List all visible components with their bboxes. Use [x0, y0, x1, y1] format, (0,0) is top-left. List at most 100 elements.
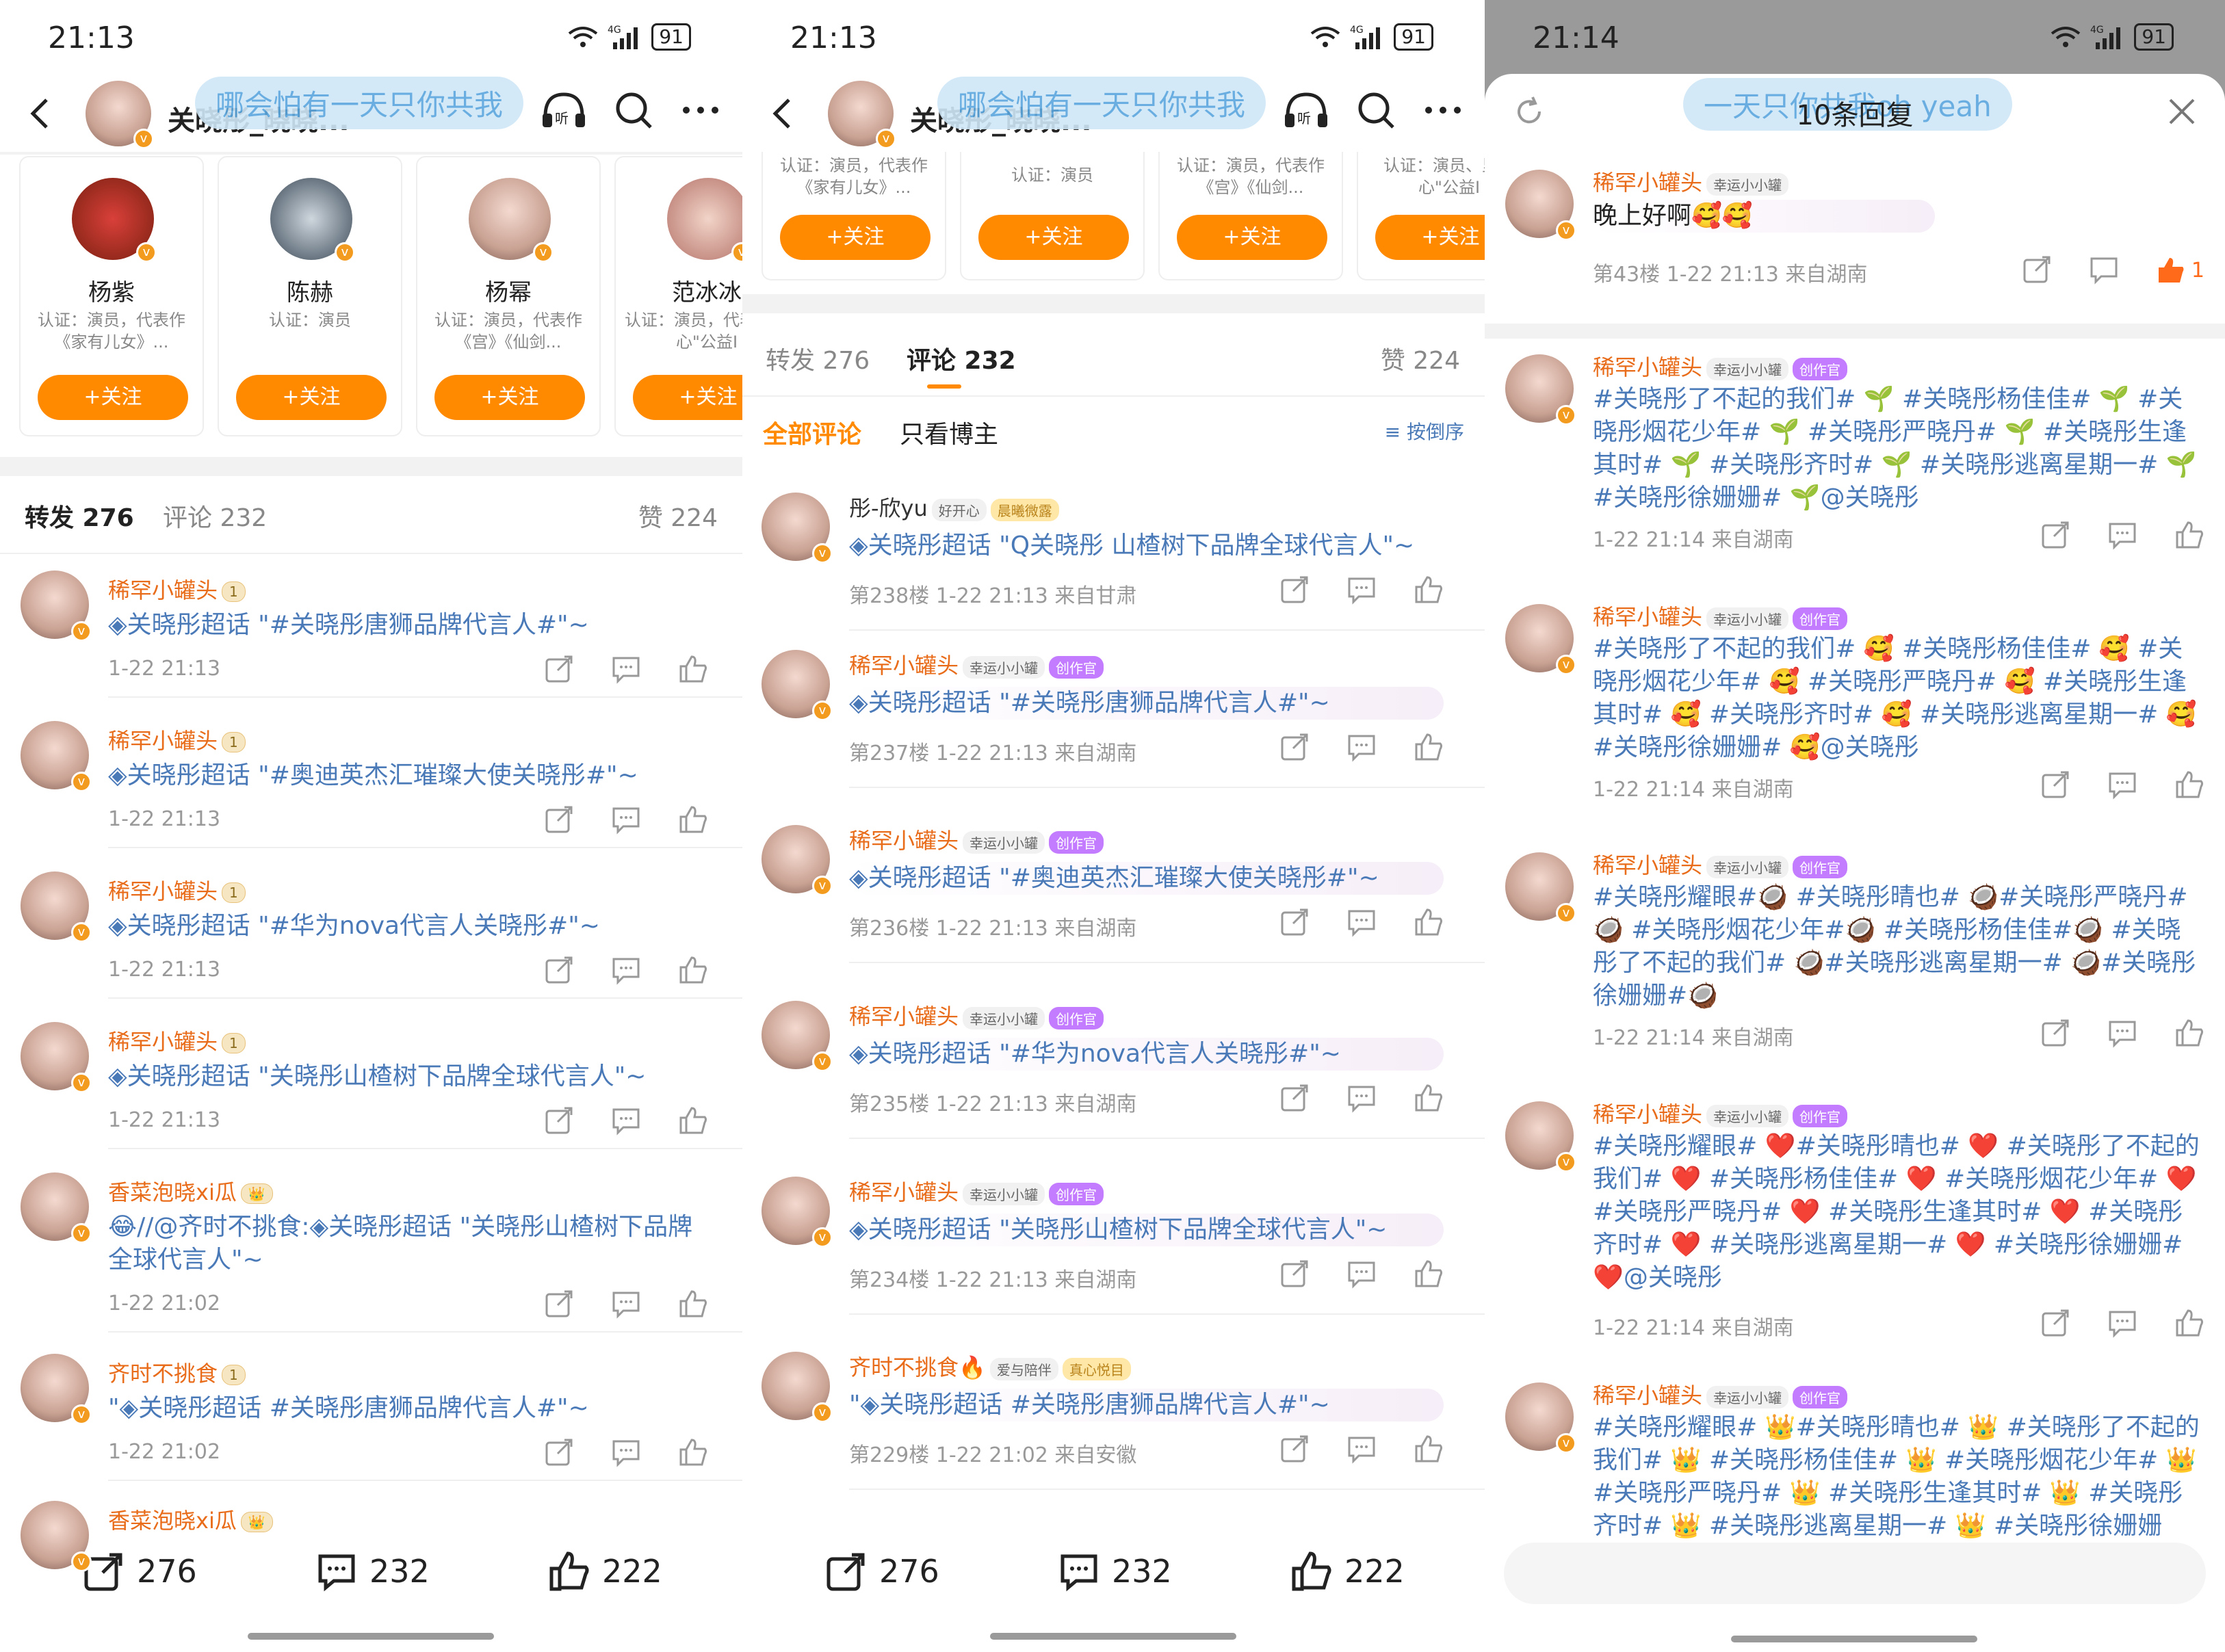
- user-avatar[interactable]: v: [21, 871, 92, 943]
- tab-like[interactable]: 赞 224: [1381, 341, 1460, 376]
- share-icon[interactable]: [2040, 770, 2070, 800]
- username[interactable]: 稀罕小罐头 幸运小小罐 创作官: [849, 824, 1104, 855]
- thumbs-up-icon[interactable]: [1414, 907, 1444, 937]
- follow-button[interactable]: +关注: [1177, 215, 1327, 260]
- comment-item[interactable]: v 齐时不挑食🔥 爱与陪伴 真心悦目 "◈关晓彤超话 #关晓彤唐狮品牌代言人#"~ 第22…: [742, 1338, 1485, 1502]
- tab-comment[interactable]: 评论 232: [907, 341, 1016, 376]
- user-avatar[interactable]: v: [21, 571, 92, 642]
- comment-icon[interactable]: [611, 1437, 641, 1467]
- user-avatar[interactable]: v: [1505, 604, 1576, 675]
- tab-repost[interactable]: 转发 276: [766, 341, 870, 376]
- share-icon[interactable]: [544, 1289, 574, 1319]
- comment-text[interactable]: ◈关晓彤超话 "Q关晓彤 山楂树下品牌全球代言人"~: [849, 529, 1444, 562]
- tab-like[interactable]: 赞 224: [638, 498, 718, 534]
- thumbs-up-icon[interactable]: [678, 1289, 708, 1319]
- username[interactable]: 香菜泡晓xi瓜 👑: [108, 1504, 273, 1535]
- repost-item[interactable]: v 香菜泡晓xi瓜 👑: [0, 1491, 742, 1642]
- headphone-listen-icon[interactable]: 听: [1282, 89, 1330, 131]
- thumbs-up-icon[interactable]: [1414, 732, 1444, 762]
- follow-button[interactable]: +关注: [434, 375, 585, 420]
- follow-button[interactable]: +关注: [780, 215, 931, 260]
- profile-avatar[interactable]: v: [828, 81, 896, 149]
- repost-item[interactable]: v 齐时不挑食 1 "◈关晓彤超话 #关晓彤唐狮品牌代言人#"~ 1-22 21:02: [0, 1344, 742, 1495]
- username[interactable]: 香菜泡晓xi瓜 👑: [108, 1175, 273, 1207]
- share-icon[interactable]: [544, 955, 574, 985]
- headphone-listen-icon[interactable]: 听: [540, 89, 588, 131]
- username[interactable]: 稀罕小罐头 1: [108, 573, 246, 605]
- comment-text[interactable]: 晚上好啊🥰🥰: [1593, 200, 1935, 233]
- comment-icon[interactable]: [611, 1289, 641, 1319]
- comment-icon[interactable]: [2107, 1018, 2137, 1048]
- share-icon[interactable]: [1279, 732, 1310, 762]
- repost-item[interactable]: v 稀罕小罐头 1 ◈关晓彤超话 "关晓彤山楂树下品牌全球代言人"~ 1-22 21:1…: [0, 1012, 742, 1163]
- comment-item[interactable]: v 彤-欣yu 好开心 晨曦微露 ◈关晓彤超话 "Q关晓彤 山楂树下品牌全球代言人"~ 第…: [742, 479, 1485, 643]
- reply-item[interactable]: v 稀罕小罐头 幸运小小罐 创作官 #关晓彤了不起的我们# 🌱 #关晓彤杨佳佳# 🌱 #…: [1485, 348, 2225, 594]
- repost-text[interactable]: 😂//@齐时不挑食:◈关晓彤超话 "关晓彤山楂树下品牌全球代言人"~: [108, 1211, 708, 1276]
- comment-icon[interactable]: [1346, 575, 1377, 605]
- user-avatar[interactable]: v: [1505, 1101, 1576, 1172]
- search-icon[interactable]: [1355, 89, 1397, 131]
- close-icon[interactable]: [2166, 96, 2198, 127]
- follow-button[interactable]: +关注: [978, 215, 1129, 260]
- thumbs-up-icon[interactable]: [2174, 520, 2204, 550]
- reply-text[interactable]: #关晓彤了不起的我们# 🌱 #关晓彤杨佳佳# 🌱 #关晓彤烟花少年# 🌱 #关晓…: [1593, 383, 2204, 514]
- thumbs-up-icon[interactable]: [678, 804, 708, 835]
- share-icon[interactable]: [544, 1437, 574, 1467]
- filter-all[interactable]: 全部评论: [763, 415, 861, 450]
- tab-repost[interactable]: 转发 276: [25, 498, 134, 534]
- thumbs-up-icon[interactable]: [678, 654, 708, 684]
- thumbs-up-icon[interactable]: [2174, 770, 2204, 800]
- user-avatar[interactable]: v: [1505, 852, 1576, 923]
- repost-item[interactable]: v 稀罕小罐头 1 ◈关晓彤超话 "#奥迪英杰汇璀璨大使关晓彤#"~ 1-22 21:1…: [0, 711, 742, 862]
- user-avatar[interactable]: v: [762, 1352, 833, 1423]
- share-icon[interactable]: [2022, 254, 2052, 285]
- user-avatar[interactable]: v: [762, 1177, 833, 1248]
- repost-text[interactable]: ◈关晓彤超话 "#奥迪英杰汇璀璨大使关晓彤#"~: [108, 759, 708, 792]
- username[interactable]: 齐时不挑食 1: [108, 1356, 246, 1388]
- user-avatar[interactable]: v: [21, 1022, 92, 1093]
- reply-item[interactable]: v 稀罕小罐头 幸运小小罐 创作官 #关晓彤耀眼# 👑#关晓彤晴也# 👑 #关晓彤了不起…: [1485, 1376, 2225, 1622]
- username[interactable]: 稀罕小罐头 1: [108, 874, 246, 906]
- comment-icon[interactable]: [2107, 1308, 2137, 1338]
- user-avatar[interactable]: v: [1505, 354, 1576, 425]
- comment-icon[interactable]: [1346, 1083, 1377, 1113]
- sort-button[interactable]: ≡ 按倒序: [1385, 417, 1464, 445]
- username[interactable]: 稀罕小罐头 幸运小小罐 创作官: [1593, 600, 1848, 631]
- root-comment[interactable]: v 稀罕小罐头 幸运小小罐 晚上好啊🥰🥰 第43楼 1-22 21:13 来自湖南 1: [1485, 163, 2225, 320]
- comment-text[interactable]: ◈关晓彤超话 "#关晓彤唐狮品牌代言人#"~: [849, 687, 1444, 720]
- share-icon[interactable]: [1279, 1434, 1310, 1464]
- share-icon[interactable]: [2040, 1308, 2070, 1338]
- follow-button[interactable]: +关注: [1375, 215, 1485, 260]
- comment-icon[interactable]: [2089, 254, 2119, 285]
- repost-item[interactable]: v 稀罕小罐头 1 ◈关晓彤超话 "#关晓彤唐狮品牌代言人#"~ 1-22 21:13: [0, 561, 742, 711]
- follow-button[interactable]: +关注: [236, 375, 387, 420]
- recommend-card[interactable]: v 杨紫 认证：演员，代表作《家有儿女》... +关注: [19, 156, 204, 436]
- user-avatar[interactable]: v: [762, 493, 833, 564]
- recommend-card[interactable]: 认证：演员、里的心"公益I +关注: [1357, 152, 1485, 280]
- more-icon[interactable]: [679, 89, 722, 131]
- user-avatar[interactable]: v: [21, 1172, 92, 1244]
- comment-text[interactable]: ◈关晓彤超话 "#奥迪英杰汇璀璨大使关晓彤#"~: [849, 862, 1444, 895]
- comment-item[interactable]: v 稀罕小罐头 幸运小小罐 创作官 ◈关晓彤超话 "关晓彤山楂树下品牌全球代言人"~ 第2…: [742, 1163, 1485, 1327]
- username[interactable]: 稀罕小罐头 1: [108, 724, 246, 755]
- follow-button[interactable]: +关注: [38, 375, 188, 420]
- repost-text[interactable]: ◈关晓彤超话 "#华为nova代言人关晓彤#"~: [108, 910, 708, 943]
- comment-item[interactable]: v 稀罕小罐头 幸运小小罐 创作官 ◈关晓彤超话 "#关晓彤唐狮品牌代言人#"~ 第237…: [742, 636, 1485, 800]
- user-avatar[interactable]: v: [762, 825, 833, 896]
- username[interactable]: 彤-欣yu 好开心 晨曦微露: [849, 491, 1059, 523]
- username[interactable]: 稀罕小罐头 幸运小小罐 创作官: [849, 1175, 1104, 1207]
- reply-item[interactable]: v 稀罕小罐头 幸运小小罐 创作官 #关晓彤耀眼# ❤️#关晓彤晴也# ❤️ #关晓彤了…: [1485, 1094, 2225, 1341]
- follow-button[interactable]: +关注: [633, 375, 742, 420]
- share-icon[interactable]: [2040, 1018, 2070, 1048]
- username[interactable]: 稀罕小罐头 幸运小小罐 创作官: [1593, 848, 1848, 880]
- repost-button[interactable]: 276: [824, 1549, 939, 1593]
- comment-button[interactable]: 232: [1057, 1549, 1172, 1593]
- comment-icon[interactable]: [2107, 770, 2137, 800]
- recommend-card[interactable]: v 陈赫 认证：演员 +关注: [218, 156, 402, 436]
- filter-author-only[interactable]: 只看博主: [900, 415, 998, 450]
- share-icon[interactable]: [2040, 520, 2070, 550]
- repost-item[interactable]: v 稀罕小罐头 1 ◈关晓彤超话 "#华为nova代言人关晓彤#"~ 1-22 21:1…: [0, 862, 742, 1012]
- thumbs-up-icon[interactable]: [1414, 575, 1444, 605]
- repost-text[interactable]: ◈关晓彤超话 "关晓彤山楂树下品牌全球代言人"~: [108, 1060, 708, 1093]
- username[interactable]: 稀罕小罐头 幸运小小罐 创作官: [849, 648, 1104, 680]
